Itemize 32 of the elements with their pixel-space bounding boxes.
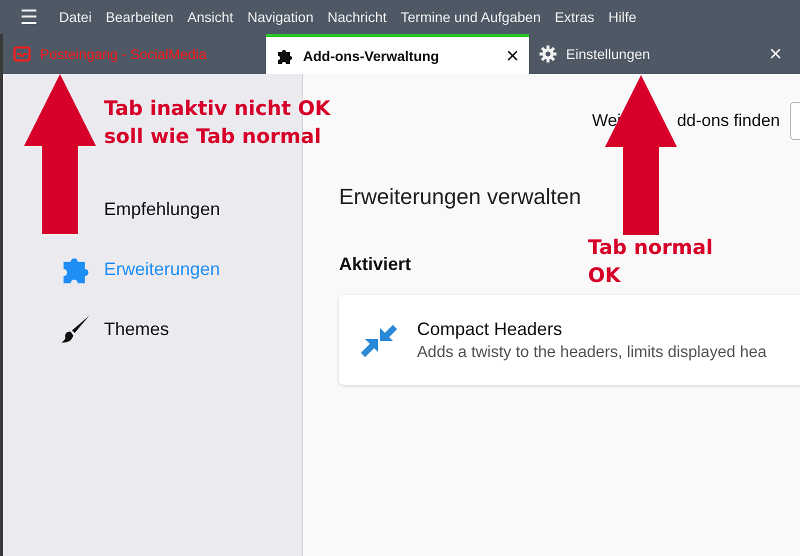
sidebar-item[interactable]: Themes — [3, 299, 302, 359]
menu-item[interactable]: Navigation — [247, 9, 314, 25]
inbox-icon — [13, 45, 31, 63]
page-heading: Erweiterungen verwalten — [339, 184, 582, 210]
close-icon[interactable]: × — [506, 44, 519, 66]
menu-item[interactable]: Ansicht — [187, 9, 234, 25]
annotation-text: OK — [588, 262, 622, 289]
annotation-text: Tab normal — [588, 234, 713, 261]
tab-label: Einstellungen — [566, 46, 652, 62]
menu-icon[interactable]: ☰ — [20, 4, 38, 30]
brush-icon — [60, 313, 92, 345]
sidebar-item[interactable]: Empfehlungen — [3, 179, 302, 239]
addon-name: Compact Headers — [417, 318, 564, 340]
menu-item[interactable]: Bearbeiten — [106, 9, 174, 25]
tab[interactable]: Einstellungen × — [529, 34, 792, 74]
annotation-text: Tab inaktiv nicht OK — [104, 95, 330, 122]
addon-card[interactable]: Compact Headers Adds a twisty to the headers, limits displayed hea — [339, 295, 800, 385]
annotation-text: soll wie Tab normal — [104, 123, 322, 150]
settings-icon — [539, 45, 557, 63]
menu-item[interactable]: Nachricht — [327, 9, 387, 25]
menu-item[interactable]: Termine und Aufgaben — [400, 9, 541, 25]
menu-item[interactable]: Hilfe — [608, 9, 636, 25]
close-icon[interactable]: × — [769, 43, 782, 65]
menu-item[interactable]: Extras — [554, 9, 594, 25]
compress-arrows-icon — [361, 322, 397, 358]
find-label: dd-ons finden — [676, 111, 780, 131]
menu-item[interactable]: Datei — [59, 9, 92, 25]
addon-description: Adds a twisty to the headers, limits displayed hea — [417, 344, 767, 362]
section-heading: Aktiviert — [339, 254, 412, 275]
tab[interactable]: Add-ons-Verwaltung × — [266, 34, 529, 74]
tab-label: Add-ons-Verwaltung — [303, 48, 440, 64]
tab-label: Posteingang - SocialMedia — [40, 46, 208, 62]
